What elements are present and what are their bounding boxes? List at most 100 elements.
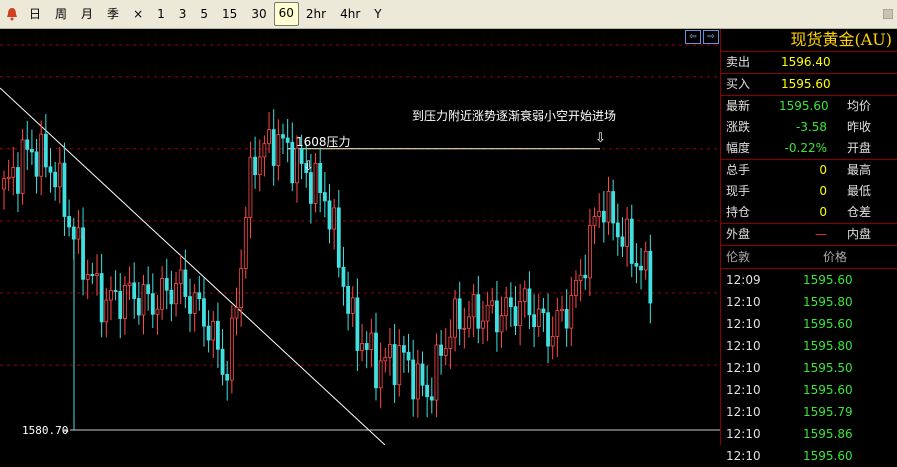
period-button[interactable]: 60 (273, 2, 299, 26)
tick-time: 12:10 (726, 383, 761, 397)
tick-time: 12:10 (726, 295, 761, 309)
candle-body (215, 320, 220, 350)
down-arrow-icon: ⇩ (595, 131, 606, 146)
scroll-left-icon[interactable]: ⇦ (685, 30, 701, 44)
candle-body (443, 348, 448, 356)
quote-value: 0 (819, 205, 827, 219)
scroll-right-icon[interactable]: ⇨ (703, 30, 719, 44)
candle-body (16, 167, 20, 194)
tick-row: 12:09 1595.60 (721, 269, 897, 291)
candle-body (597, 210, 602, 217)
quote-right-label: 开盘 (847, 141, 872, 155)
candle-body (48, 166, 53, 173)
period-button[interactable]: 2hr (299, 3, 333, 25)
candle-body (6, 176, 11, 180)
quote-right-label: 最低 (847, 184, 872, 198)
candle-body (202, 298, 206, 327)
candle-body (262, 143, 267, 158)
tick-row: 12:10 1595.86 (721, 423, 897, 445)
period-button[interactable]: × (126, 3, 150, 25)
toolbar-corner-icon[interactable] (879, 0, 897, 28)
instrument-title: 现货黄金(AU) (721, 29, 897, 52)
tick-price: 1595.50 (803, 361, 853, 375)
candle-body (643, 250, 648, 271)
candle-body (29, 149, 34, 153)
quote-right-label: 仓差 (847, 205, 872, 219)
period-button[interactable]: 季 (100, 3, 126, 25)
candle-body (411, 359, 416, 400)
period-button[interactable]: 月 (74, 3, 100, 25)
candle-body (341, 266, 346, 287)
quote-label: 现手 (726, 184, 751, 198)
candle-body (136, 298, 141, 316)
alarm-bell-icon[interactable] (2, 4, 22, 24)
tick-list[interactable]: 12:09 1595.60 12:10 1595.80 12:10 1595.60 12:1… (721, 269, 897, 467)
period-button[interactable]: 周 (48, 3, 74, 25)
sell-label: 卖出 (726, 55, 751, 69)
candle-body (476, 294, 481, 329)
candle-body (285, 137, 290, 143)
candlestick-chart[interactable]: 1608压力⇩到压力附近涨势逐渐衰弱小空开始进场⇩1580.70→ (0, 29, 720, 445)
tick-time: 12:10 (726, 427, 761, 441)
period-button[interactable]: 3 (172, 3, 194, 25)
candle-body (164, 278, 169, 291)
inner-label: 内盘 (847, 227, 872, 241)
candle-body (578, 274, 583, 281)
candle-body (141, 284, 146, 316)
period-button[interactable]: 4hr (333, 3, 367, 25)
candle-body (360, 343, 364, 351)
buy-row: 买入 1595.60 (721, 74, 897, 96)
candle-body (615, 222, 620, 238)
tick-price: 1595.79 (803, 405, 853, 419)
candle-body (123, 285, 127, 319)
candle-body (34, 151, 39, 177)
candle-body (267, 129, 271, 145)
tick-time: 12:10 (726, 449, 761, 463)
candle-body (648, 250, 653, 304)
candle-body (606, 191, 611, 223)
ticks-header: 伦敦 价格 (721, 246, 897, 269)
candle-body (76, 227, 81, 240)
buy-value: 1595.60 (781, 77, 831, 91)
candle-body (81, 227, 85, 280)
candle-body (383, 356, 388, 362)
candle-body (234, 307, 239, 319)
candle-body (350, 297, 355, 314)
tick-row: 12:10 1595.79 (721, 401, 897, 423)
candle-body (281, 134, 285, 139)
candle-body (550, 335, 555, 347)
candle-body (257, 156, 262, 176)
candles (2, 109, 653, 430)
candle-body (397, 345, 402, 386)
candle-body (253, 156, 258, 176)
candle-body (471, 294, 476, 318)
candle-body (564, 308, 569, 329)
quote-label: 持仓 (726, 205, 751, 219)
candle-body (453, 298, 457, 338)
candle-body (504, 297, 509, 316)
candle-body (481, 320, 485, 329)
candle-body (160, 278, 165, 310)
candle-body (39, 133, 44, 177)
period-button[interactable]: 30 (244, 3, 273, 25)
candle-body (178, 269, 183, 284)
candle-body (62, 162, 67, 217)
tick-time: 12:10 (726, 361, 761, 375)
period-button[interactable]: Y (367, 3, 388, 25)
period-button[interactable]: 1 (150, 3, 172, 25)
candle-body (90, 274, 95, 276)
period-button[interactable]: 日 (22, 3, 48, 25)
tick-time: 12:10 (726, 405, 761, 419)
period-button[interactable]: 5 (193, 3, 215, 25)
candle-body (401, 345, 406, 353)
quote-value: -0.22% (784, 141, 827, 155)
low-price-pointer-icon: → (62, 424, 69, 437)
candle-body (374, 332, 378, 389)
candle-body (508, 297, 513, 308)
candle-body (53, 171, 58, 188)
quote-row: 持仓 0 仓差 (721, 202, 897, 224)
period-button[interactable]: 15 (215, 3, 244, 25)
candle-body (67, 216, 71, 228)
candle-body (243, 217, 248, 269)
quote-right-label: 最高 (847, 163, 872, 177)
